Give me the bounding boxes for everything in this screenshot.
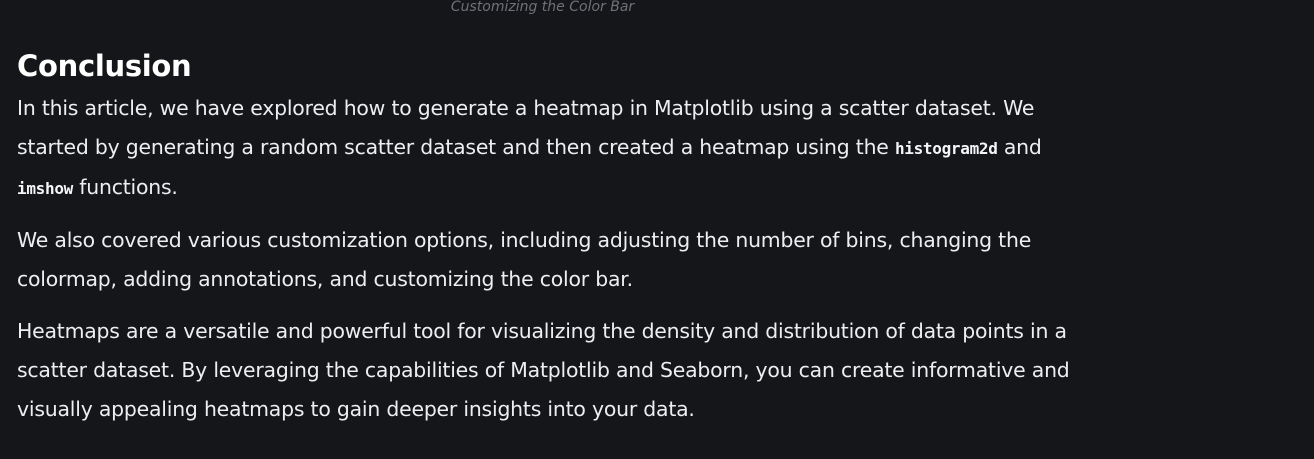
paragraph-customization: We also covered various customization op…: [17, 228, 1032, 291]
figure-caption: Customizing the Color Bar: [450, 0, 635, 15]
conclusion-section: Conclusion In this article, we have expl…: [17, 46, 1077, 442]
paragraph-summary: Heatmaps are a versatile and powerful to…: [17, 319, 1070, 421]
code-histogram2d: histogram2d: [894, 139, 998, 158]
article-page: Customizing the Color Bar Conclusion In …: [0, 0, 1314, 459]
paragraph-intro-end: functions.: [73, 175, 178, 199]
section-heading: Conclusion: [17, 49, 192, 83]
code-imshow: imshow: [17, 179, 73, 198]
paragraph-intro: In this article, we have explored how to…: [17, 89, 1077, 208]
paragraph-intro-joiner: and: [997, 135, 1042, 159]
paragraph-intro-text: In this article, we have explored how to…: [17, 96, 1035, 159]
